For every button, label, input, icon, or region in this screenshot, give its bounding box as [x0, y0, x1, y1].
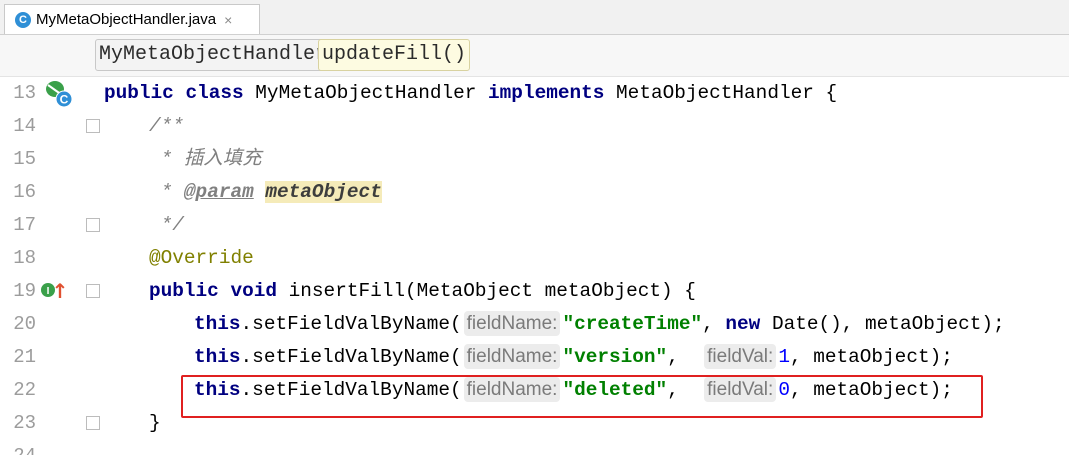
breadcrumb: MyMetaObjectHandler updateFill() — [0, 35, 1069, 77]
code-text: public class MyMetaObjectHandler impleme… — [104, 82, 838, 104]
code-text: * @param metaObject — [149, 181, 382, 203]
tab-label: MyMetaObjectHandler.java — [36, 11, 217, 28]
implements-method-icon[interactable]: I ↑ — [40, 279, 70, 309]
svg-text:I: I — [47, 286, 50, 297]
code-line: 14 /** — [0, 110, 1069, 143]
line-number: 13 — [13, 82, 36, 104]
code-line: 20 this.setFieldValByName(fieldName: "cre… — [0, 308, 1069, 341]
fold-toggle-icon[interactable] — [86, 284, 100, 298]
fold-toggle-icon[interactable] — [86, 416, 100, 430]
code-line: 24 — [0, 440, 1069, 455]
line-number: 17 — [13, 214, 36, 236]
line-number: 14 — [13, 115, 36, 137]
line-number: 23 — [13, 412, 36, 434]
code-line: 17 */ — [0, 209, 1069, 242]
code-text: this.setFieldValByName(fieldName: "create… — [194, 311, 1005, 336]
svg-text:C: C — [60, 93, 69, 107]
line-number: 22 — [13, 379, 36, 401]
code-line: 16 * @param metaObject — [0, 176, 1069, 209]
fold-toggle-icon[interactable] — [86, 119, 100, 133]
line-number: 15 — [13, 148, 36, 170]
line-number: 24 — [10, 440, 36, 455]
line-number: 18 — [13, 247, 36, 269]
line-number: 16 — [13, 181, 36, 203]
java-class-icon: C — [15, 11, 31, 28]
close-icon[interactable]: × — [224, 12, 232, 28]
code-text: /** — [149, 115, 184, 137]
code-text: this.setFieldValByName(fieldName: "versio… — [194, 344, 953, 369]
implements-interface-icon[interactable]: C — [44, 79, 74, 109]
breadcrumb-method[interactable]: updateFill() — [318, 39, 471, 71]
parameter-hint: fieldName: — [463, 311, 561, 336]
parameter-hint: fieldVal: — [704, 344, 777, 369]
highlight-box — [181, 375, 983, 418]
code-text: } — [149, 412, 161, 434]
code-text: * 插入填充 — [149, 148, 262, 170]
line-number: 20 — [13, 313, 36, 335]
fold-toggle-icon[interactable] — [86, 218, 100, 232]
line-number: 19 — [13, 280, 36, 302]
breadcrumb-class[interactable]: MyMetaObjectHandler — [95, 39, 332, 71]
editor-tab-bar: C MyMetaObjectHandler.java × — [0, 0, 1069, 35]
code-text: @Override — [149, 247, 254, 269]
parameter-hint: fieldName: — [463, 344, 561, 369]
code-line: 15 * 插入填充 — [0, 143, 1069, 176]
code-line: 19 I ↑ public void insertFill(MetaObject… — [0, 275, 1069, 308]
code-line: 13 C public class MyMetaObjectHandler im… — [0, 77, 1069, 110]
code-text: public void insertFill(MetaObject metaOb… — [149, 280, 696, 302]
line-number: 21 — [13, 346, 36, 368]
code-text: */ — [149, 214, 184, 236]
tab-mymetaobjecthandler[interactable]: C MyMetaObjectHandler.java × — [4, 4, 260, 34]
code-line: 18 @Override — [0, 242, 1069, 275]
code-line: 21 this.setFieldValByName(fieldName: "ver… — [0, 341, 1069, 374]
svg-text:↑: ↑ — [52, 279, 69, 303]
